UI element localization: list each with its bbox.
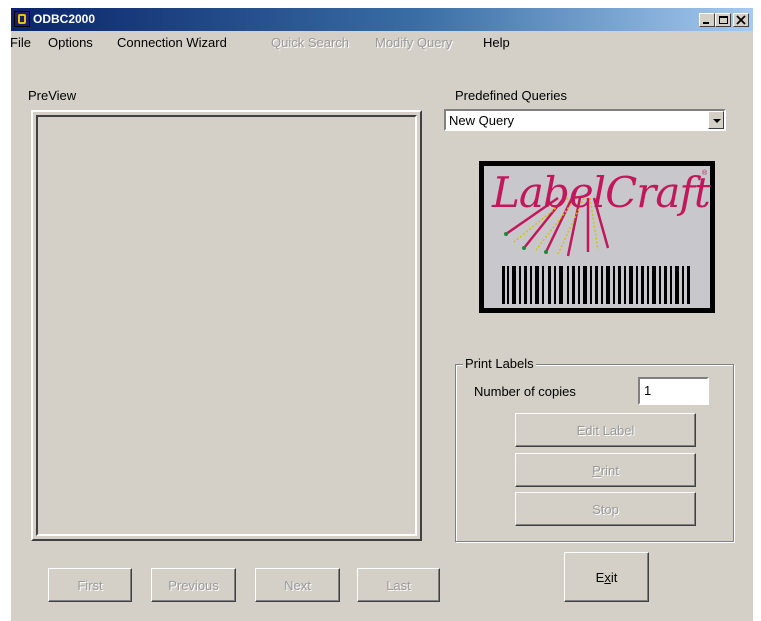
exit-button[interactable]: Ex it (564, 552, 649, 602)
menu-help[interactable]: Help (483, 35, 510, 50)
menu-connection-wizard[interactable]: Connection Wizard (117, 35, 227, 50)
chevron-down-icon[interactable] (708, 111, 724, 129)
print-button-mnemonic: P (592, 462, 601, 478)
selected-query: New Query (449, 113, 515, 128)
menu-quick-search[interactable]: Quick Search (271, 35, 349, 50)
print-labels-title: Print Labels (463, 356, 536, 371)
copies-input[interactable]: 1 (638, 377, 709, 405)
preview-panel (31, 110, 422, 541)
close-button[interactable] (733, 13, 749, 27)
menu-options[interactable]: Options (48, 35, 93, 50)
first-button[interactable]: First (48, 568, 132, 602)
minimize-icon (703, 22, 709, 24)
menu-file[interactable]: File (10, 35, 31, 50)
menu-modify-query[interactable]: Modify Query (375, 35, 452, 50)
maximize-button[interactable] (715, 13, 731, 27)
stop-button[interactable]: Stop (515, 492, 696, 526)
menu-bar: File Options Connection Wizard Quick Sea… (10, 32, 753, 54)
close-icon (736, 15, 746, 25)
preview-label: PreView (28, 88, 77, 103)
edit-label-button[interactable]: Edit Label (515, 413, 696, 447)
window-title: ODBC2000 (33, 12, 96, 26)
logo-background: LabelCraft ® (484, 166, 711, 308)
print-button-text-post: rint (600, 462, 619, 478)
logo-text: LabelCraft (492, 168, 711, 217)
previous-button[interactable]: Previous (151, 568, 236, 602)
predefined-queries-select[interactable]: New Query (444, 109, 726, 131)
copies-label: Number of copies (474, 384, 576, 399)
title-bar[interactable]: ODBC2000 (11, 8, 753, 31)
registered-mark: ® (702, 170, 708, 177)
maximize-icon (719, 16, 728, 24)
exit-button-text-post: it (610, 569, 618, 585)
predefined-queries-label: Predefined Queries (455, 88, 568, 103)
app-icon[interactable] (14, 11, 30, 27)
copies-value: 1 (644, 383, 652, 398)
last-button[interactable]: Last (357, 568, 440, 602)
print-button[interactable]: Print (515, 453, 696, 487)
preview-area (36, 115, 417, 536)
minimize-button[interactable] (699, 13, 715, 27)
exit-button-text-pre: E (595, 569, 605, 585)
labelcraft-logo: LabelCraft ® (479, 161, 715, 313)
next-button[interactable]: Next (255, 568, 340, 602)
